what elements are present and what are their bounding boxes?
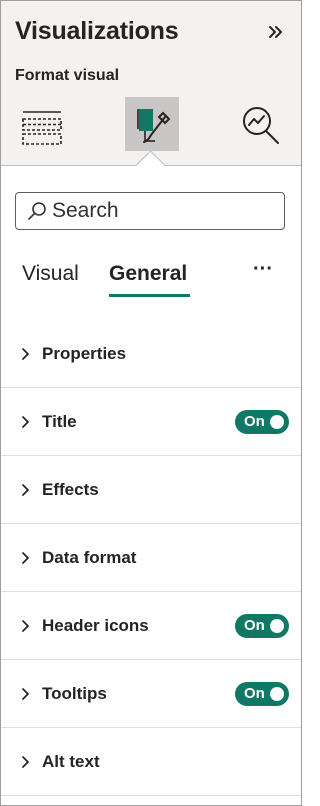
search-box[interactable] [15,192,320,230]
tab-visual[interactable]: Visual [22,262,79,286]
title-toggle[interactable]: On [235,410,289,434]
double-chevron-right-icon[interactable] [267,21,285,45]
chevron-right-icon [22,756,29,768]
section-label: Tooltips [42,684,107,703]
format-visual-icon[interactable] [125,97,179,151]
section-label: Header icons [42,616,149,635]
chevron-right-icon [22,620,29,632]
section-data-format[interactable]: Data format [1,524,301,592]
toggle-label: On [244,413,265,430]
section-label: Data format [42,548,137,567]
pane-title: Visualizations [15,17,179,45]
chevron-right-icon [22,552,29,564]
build-visual-icon[interactable] [15,97,69,151]
format-panel: Visual General ··· Properties Title On E… [1,166,320,805]
toggle-label: On [244,617,265,634]
chevron-right-icon [22,416,29,428]
active-tab-indicator [109,294,190,297]
section-label: Properties [42,344,127,363]
tooltips-toggle[interactable]: On [235,682,289,706]
pane-header: Visualizations Format visual [1,1,301,171]
header-icons-toggle[interactable]: On [235,614,289,638]
section-title[interactable]: Title On [1,388,301,456]
section-tooltips[interactable]: Tooltips On [1,660,301,728]
search-icon [26,200,48,222]
toggle-label: On [244,685,265,702]
section-label: Title [42,412,77,431]
section-header-icons[interactable]: Header icons On [1,592,301,660]
chevron-right-icon [22,484,29,496]
toggle-knob [270,687,284,701]
section-label: Alt text [42,752,100,771]
section-alt-text[interactable]: Alt text [1,728,301,796]
section-effects[interactable]: Effects [1,456,301,524]
section-properties[interactable]: Properties [1,320,301,388]
chevron-right-icon [22,688,29,700]
visualizations-pane: Visualizations Format visual Search Visu… [0,0,320,806]
search-input[interactable] [48,199,320,223]
analytics-icon[interactable] [234,97,288,151]
more-options-icon[interactable]: ··· [249,258,277,282]
toggle-knob [270,619,284,633]
format-visual-label: Format visual [15,67,120,84]
tab-general[interactable]: General [109,262,187,286]
chevron-right-icon [22,348,29,360]
toggle-knob [270,415,284,429]
section-label: Effects [42,480,99,499]
